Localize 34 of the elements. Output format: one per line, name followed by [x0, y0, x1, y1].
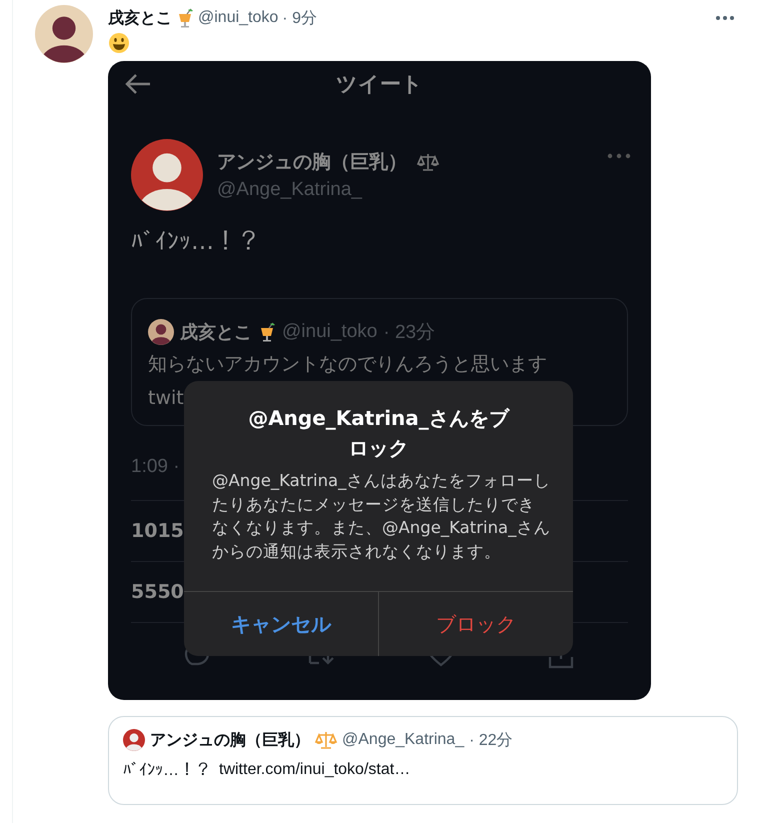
screen-title: ツイート	[336, 70, 423, 98]
display-name: 戌亥とこ	[180, 321, 252, 344]
display-name: 戌亥とこ	[108, 8, 172, 28]
display-name: アンジュの胸（巨乳）	[217, 150, 407, 175]
quoted-text: 知らないアカウントなのでりんろうと思います	[148, 352, 548, 377]
quoted-text: ﾊﾞｲﾝｯ…！？	[123, 761, 211, 780]
avatar	[148, 319, 174, 345]
tweet-text: ﾊﾞｲﾝｯ…！？	[130, 228, 261, 255]
display-name: アンジュの胸（巨乳）	[150, 730, 310, 750]
stat-count: 1015	[131, 520, 184, 542]
stat-count: 5550	[131, 581, 184, 603]
quoted-tweet-card[interactable]: アンジュの胸（巨乳） @Ange_Katrina_ · 22分 ﾊﾞｲﾝｯ…！？ twitter.com/inui_toko/stat…	[108, 716, 738, 805]
tropical-drink-icon	[258, 322, 276, 342]
avatar	[123, 729, 145, 751]
timestamp: · 23分	[383, 321, 436, 345]
username: @Ange_Katrina_	[342, 731, 464, 749]
smiley-icon	[108, 32, 130, 54]
link[interactable]: twitter.com/inui_toko/stat…	[219, 761, 410, 780]
avatar	[131, 139, 203, 211]
scales-icon	[417, 152, 439, 172]
avatar	[35, 5, 93, 63]
cancel-button[interactable]: キャンセル	[184, 592, 378, 656]
username: @inui_toko	[198, 9, 278, 27]
timestamp: · 22分	[469, 730, 513, 750]
username: @inui_toko	[282, 321, 378, 343]
scales-icon	[315, 730, 337, 750]
timestamp: · 9分	[282, 8, 317, 28]
block-button[interactable]: ブロック	[378, 592, 573, 656]
more-icon[interactable]	[607, 153, 631, 159]
back-arrow-icon[interactable]	[124, 73, 152, 95]
quoted-text: twit	[148, 386, 185, 411]
username: @Ange_Katrina_	[217, 179, 364, 201]
more-icon[interactable]	[715, 15, 735, 21]
tropical-drink-icon	[176, 8, 194, 28]
